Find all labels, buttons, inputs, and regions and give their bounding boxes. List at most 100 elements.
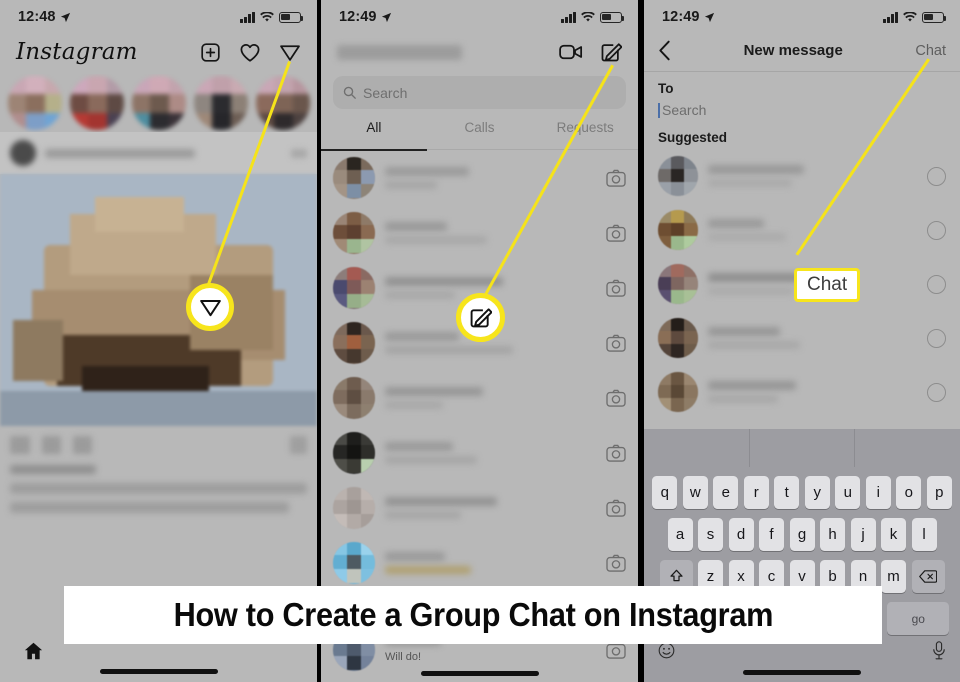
post-save-icon [290, 436, 307, 454]
chevron-left-icon[interactable] [658, 40, 671, 61]
suggested-handle [708, 287, 794, 295]
conversation-name [385, 441, 453, 451]
heart-icon[interactable] [239, 42, 261, 63]
predict-slot[interactable] [750, 429, 856, 467]
camera-icon[interactable] [606, 554, 626, 572]
battery-icon [600, 11, 625, 23]
key-p[interactable]: p [926, 476, 952, 509]
story-avatar[interactable] [194, 76, 248, 130]
emoji-smiley-icon[interactable] [658, 642, 675, 659]
key-f[interactable]: f [759, 518, 784, 551]
key-l[interactable]: l [911, 518, 937, 551]
predict-slot[interactable] [644, 429, 750, 467]
video-camera-icon[interactable] [559, 43, 583, 61]
key-q[interactable]: q [652, 476, 678, 509]
key-e[interactable]: e [713, 476, 739, 509]
plus-square-icon[interactable] [200, 42, 221, 63]
conversation-preview [385, 290, 455, 299]
predict-slot[interactable] [855, 429, 960, 467]
key-k[interactable]: k [881, 518, 906, 551]
camera-icon[interactable] [606, 224, 626, 242]
key-o[interactable]: o [896, 476, 922, 509]
select-radio-circle[interactable] [927, 382, 946, 402]
compose-pencil-icon[interactable] [600, 41, 622, 63]
select-radio-circle[interactable] [927, 328, 946, 348]
status-icons-right [883, 11, 947, 23]
key-u[interactable]: u [835, 476, 861, 509]
stories-tray[interactable] [0, 74, 317, 132]
dm-search-bar[interactable]: Search [333, 76, 626, 109]
keyboard-row-1[interactable]: q w e r t y u i o p [644, 476, 960, 509]
recipient-search-input[interactable]: Search [658, 102, 946, 118]
camera-icon[interactable] [606, 334, 626, 352]
banner-title-text: How to Create a Group Chat on Instagram [173, 596, 773, 633]
conversation-row[interactable] [321, 535, 638, 590]
key-t[interactable]: t [774, 476, 800, 509]
wifi-icon [260, 11, 274, 21]
conversation-row[interactable] [321, 370, 638, 425]
suggested-row[interactable] [644, 149, 960, 203]
dm-tabs[interactable]: All Calls Requests [321, 115, 638, 151]
avatar [333, 266, 375, 309]
avatar [333, 321, 375, 364]
search-icon [343, 86, 356, 99]
key-a[interactable]: a [667, 518, 693, 551]
key-g[interactable]: g [789, 518, 815, 551]
callout-circle-share-icon[interactable] [186, 283, 234, 331]
camera-icon[interactable] [606, 169, 626, 187]
avatar [333, 156, 375, 199]
conversation-row[interactable] [321, 425, 638, 480]
avatar [658, 372, 698, 412]
share-paper-plane-icon[interactable] [279, 42, 301, 63]
tab-calls[interactable]: Calls [427, 115, 533, 149]
conversation-name [385, 331, 459, 341]
key-i[interactable]: i [865, 476, 891, 509]
chat-button[interactable]: Chat [915, 43, 946, 59]
avatar [333, 541, 375, 584]
camera-icon[interactable] [606, 499, 626, 517]
story-avatar[interactable] [256, 76, 310, 130]
suggested-row[interactable] [644, 311, 960, 365]
predictive-bar[interactable] [644, 429, 960, 467]
conversation-row[interactable] [321, 480, 638, 535]
new-message-header: New message Chat [644, 30, 960, 72]
select-radio-circle[interactable] [927, 166, 946, 186]
key-j[interactable]: j [850, 518, 876, 551]
camera-icon[interactable] [606, 389, 626, 407]
key-y[interactable]: y [804, 476, 830, 509]
conversation-preview [385, 455, 477, 464]
conversation-name [385, 221, 447, 231]
instagram-logo: Instagram [16, 39, 138, 65]
conversation-row[interactable] [321, 150, 638, 205]
key-d[interactable]: d [728, 518, 754, 551]
select-radio-circle[interactable] [927, 274, 946, 294]
callout-box-chat[interactable]: Chat [794, 268, 861, 302]
tab-all[interactable]: All [321, 115, 427, 151]
story-avatar[interactable] [8, 76, 62, 130]
camera-icon[interactable] [606, 444, 626, 462]
key-h[interactable]: h [820, 518, 845, 551]
callout-chat-label: Chat [807, 274, 848, 295]
panel-instagram-feed: 12:48 Instagram [0, 0, 317, 682]
callout-circle-compose-icon[interactable] [456, 293, 505, 342]
home-icon[interactable] [22, 640, 45, 662]
conversation-row[interactable] [321, 205, 638, 260]
select-radio-circle[interactable] [927, 220, 946, 240]
camera-icon[interactable] [606, 279, 626, 297]
key-r[interactable]: r [743, 476, 769, 509]
go-key[interactable]: go [887, 602, 950, 635]
ios-keyboard[interactable]: q w e r t y u i o p a s d f g h j k l z … [644, 429, 960, 682]
instagram-header: Instagram [0, 30, 317, 74]
story-avatar[interactable] [132, 76, 186, 130]
tab-requests[interactable]: Requests [532, 115, 638, 149]
story-avatar[interactable] [70, 76, 124, 130]
backspace-key[interactable] [911, 560, 945, 593]
post-likes-count [10, 465, 96, 474]
key-w[interactable]: w [682, 476, 708, 509]
microphone-icon[interactable] [932, 641, 946, 660]
keyboard-row-2[interactable]: a s d f g h j k l [644, 518, 960, 551]
suggested-row[interactable] [644, 365, 960, 419]
cellular-signal-icon [561, 11, 576, 23]
key-m[interactable]: m [881, 560, 906, 593]
key-s[interactable]: s [698, 518, 723, 551]
